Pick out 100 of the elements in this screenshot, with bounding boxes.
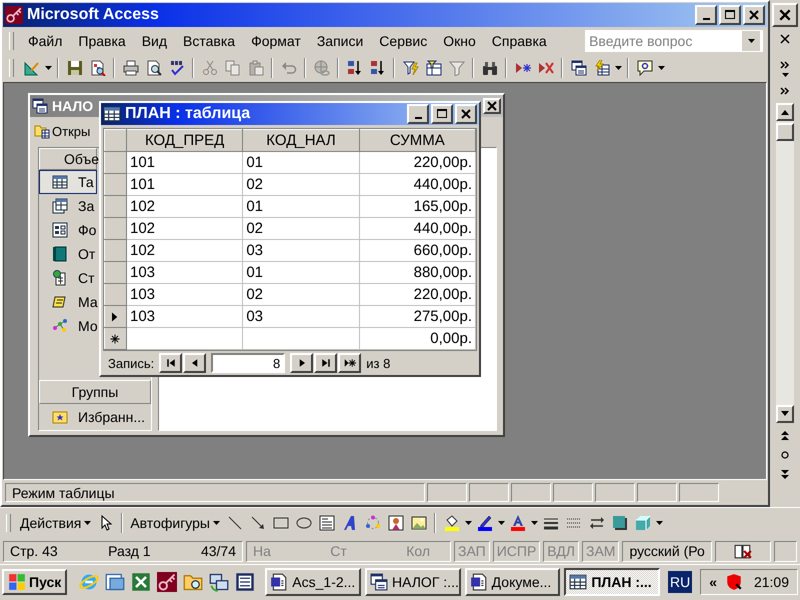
speech-bubble-icon[interactable] (636, 60, 652, 76)
shield-icon[interactable] (725, 573, 744, 591)
expand-tray-button[interactable]: « (709, 574, 718, 590)
menu-item[interactable]: Сервис (371, 30, 436, 50)
menu-item[interactable]: Файл (20, 30, 70, 50)
caret-icon[interactable] (464, 521, 472, 525)
arrow-icon[interactable] (250, 515, 266, 531)
minimize-button[interactable] (695, 5, 718, 25)
grip-handle[interactable] (9, 32, 14, 50)
caret-icon[interactable] (748, 38, 755, 42)
printer-icon[interactable] (122, 60, 138, 76)
row-selector[interactable] (104, 306, 126, 328)
scroll-up-button[interactable] (776, 103, 794, 121)
caret-icon[interactable] (656, 521, 662, 525)
arrow-style-icon[interactable] (588, 515, 604, 531)
object-item[interactable]: Мо (39, 314, 97, 338)
shadow-icon[interactable] (612, 515, 628, 531)
scroll-down-button[interactable] (776, 405, 794, 423)
column-header[interactable]: СУММА (359, 130, 476, 152)
table-funnel-icon[interactable] (426, 60, 442, 76)
wordart-icon[interactable] (342, 515, 358, 531)
rectangle-icon[interactable] (272, 515, 288, 531)
binoculars-icon[interactable] (482, 60, 498, 76)
taskbar-button[interactable]: Acs_1-2... (265, 568, 361, 596)
document-icon[interactable] (235, 572, 256, 592)
taskbar-button[interactable]: НАЛОГ :... (364, 568, 461, 596)
sort-ascending-icon[interactable] (346, 60, 362, 76)
computers-icon[interactable] (209, 572, 230, 592)
double-up-icon[interactable] (779, 429, 792, 441)
caret-icon[interactable] (658, 66, 664, 70)
scroll-thumb[interactable] (776, 123, 794, 141)
chevron-icon[interactable] (779, 59, 792, 71)
object-item[interactable]: За (39, 194, 97, 218)
image-icon[interactable] (410, 515, 426, 531)
object-item[interactable]: Та (39, 170, 97, 194)
table-lightning-icon[interactable] (594, 60, 610, 76)
line-icon[interactable] (226, 515, 242, 531)
folder-search-icon[interactable] (183, 572, 204, 592)
spreadsheet-icon[interactable] (131, 572, 152, 592)
windows-icon[interactable] (570, 60, 586, 76)
object-item[interactable]: От (39, 242, 97, 266)
menu-item[interactable]: Формат (243, 30, 309, 50)
spellcheck-icon[interactable] (168, 60, 184, 76)
page-magnifier-icon[interactable] (90, 60, 106, 76)
double-down-icon[interactable] (779, 469, 792, 481)
language-indicator[interactable]: RU (668, 571, 692, 593)
new-record-button[interactable] (338, 353, 362, 373)
delete-record-icon[interactable] (538, 60, 554, 76)
cube-icon[interactable] (634, 515, 650, 531)
menu-item[interactable]: Записи (308, 30, 372, 50)
caret-icon[interactable] (614, 66, 622, 70)
menu-item[interactable]: Справка (484, 30, 555, 50)
ruler-pencil-icon[interactable] (24, 60, 40, 76)
key-icon[interactable] (157, 572, 178, 592)
close-button[interactable] (772, 3, 798, 27)
text-box-icon[interactable] (318, 515, 334, 531)
previous-record-button[interactable] (183, 353, 206, 373)
object-item[interactable]: Ма (39, 290, 97, 314)
book-cross-icon[interactable] (734, 542, 752, 560)
maximize-button[interactable] (431, 104, 453, 124)
taskbar-button[interactable]: ПЛАН :... (564, 568, 660, 596)
oval-icon[interactable] (296, 515, 312, 531)
caret-icon[interactable] (498, 521, 504, 525)
object-item[interactable]: Ст (39, 266, 97, 290)
caret-icon[interactable] (44, 66, 52, 70)
groups-header[interactable]: Группы (39, 380, 151, 404)
circle-icon[interactable] (779, 449, 792, 461)
diagram-icon[interactable] (364, 515, 380, 531)
taskbar-button[interactable]: Докуме... (464, 568, 560, 596)
record-number-field[interactable]: 8 (211, 353, 286, 373)
select-all-button[interactable] (104, 130, 126, 152)
next-record-button[interactable] (290, 353, 314, 373)
caret-icon[interactable] (782, 73, 789, 77)
chevron-icon[interactable] (779, 85, 792, 97)
group-item[interactable]: Избранн... (39, 404, 151, 430)
new-record-icon[interactable] (514, 60, 530, 76)
grip-handle[interactable] (9, 59, 14, 77)
pen-icon[interactable] (476, 515, 492, 531)
caret-icon[interactable] (530, 521, 538, 525)
sort-descending-icon[interactable] (370, 60, 386, 76)
object-item[interactable]: Фо (39, 218, 97, 242)
last-record-button[interactable] (314, 353, 338, 373)
menu-item[interactable]: Правка (70, 30, 134, 50)
question-field[interactable]: Введите вопрос (585, 30, 764, 52)
clip-art-icon[interactable] (388, 515, 404, 531)
column-header[interactable]: КОД_ПРЕД (126, 130, 243, 152)
minimize-button[interactable] (407, 104, 429, 124)
menu-item[interactable]: Окно (435, 30, 484, 50)
start-button[interactable]: Пуск (2, 569, 68, 595)
funnel-lightning-icon[interactable] (402, 60, 418, 76)
menu-item[interactable]: Вставка (175, 30, 244, 50)
close-icon[interactable] (779, 33, 792, 45)
row-selector[interactable] (104, 328, 126, 350)
grip-handle[interactable] (6, 514, 11, 532)
column-header[interactable]: КОД_НАЛ (242, 130, 360, 152)
objects-header[interactable]: Объе (39, 148, 97, 170)
close-button[interactable] (743, 5, 766, 25)
menu-item[interactable]: Вид (134, 30, 176, 50)
font-color-icon[interactable] (510, 515, 526, 531)
page-magnifier-icon[interactable] (146, 60, 162, 76)
